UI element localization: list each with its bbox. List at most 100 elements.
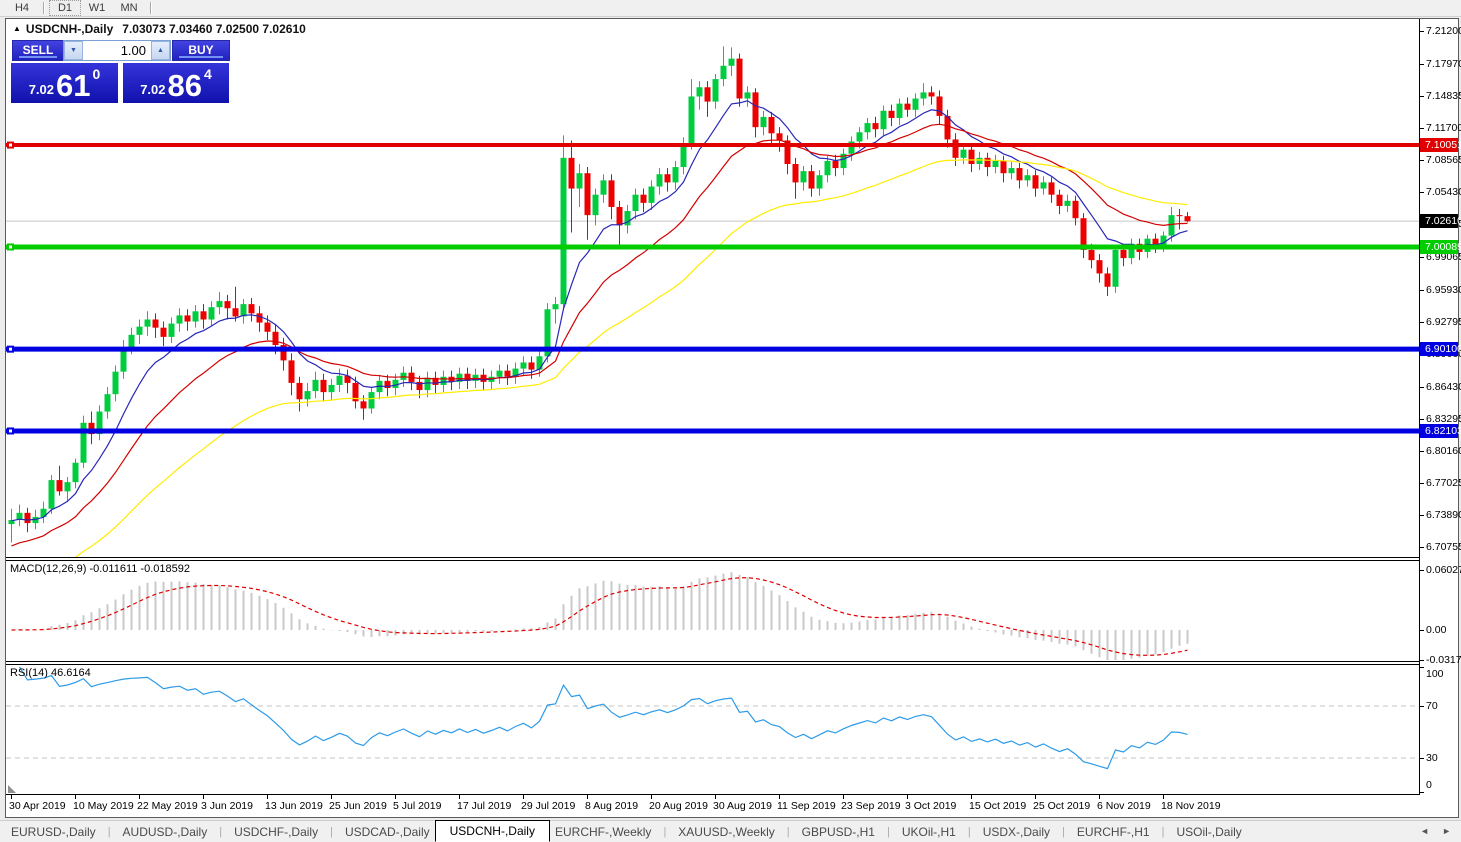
volume-spinner: ▼ ▲ <box>63 40 171 61</box>
price-axis-tick-label: 7.14835 <box>1426 90 1461 102</box>
tab-separator: | <box>967 825 971 838</box>
price-axis-tick-label: 7.11700 <box>1426 122 1461 134</box>
rsi-axis-tick <box>1420 758 1424 759</box>
date-axis-tick <box>75 795 76 799</box>
chart-tab-xauusd-weekly[interactable]: XAUUSD-,Weekly <box>673 822 779 842</box>
price-axis: 7.21200 7.17970 7.14835 7.11700 7.08565 7.054… <box>1419 19 1461 795</box>
chart-tab-gbpusd-h1[interactable]: GBPUSD-,H1 <box>797 822 880 842</box>
toolbar-separator <box>43 2 44 14</box>
buy-price-button[interactable]: 7.02 86 4 <box>123 63 229 103</box>
price-axis-tick-label: 7.05430 <box>1426 186 1461 198</box>
chart-window: ▲ USDCNH-,Daily 7.03073 7.03460 7.02500 7.… <box>5 18 1461 818</box>
price-axis-tick <box>1420 451 1424 452</box>
date-axis-tick <box>139 795 140 799</box>
date-axis-tick <box>459 795 460 799</box>
sell-price-big-digits: 61 <box>56 68 91 103</box>
chart-tab-usdcnh-daily[interactable]: USDCNH-,Daily <box>434 820 550 842</box>
date-axis-tick <box>715 795 716 799</box>
rsi-axis-tick <box>1420 667 1424 668</box>
macd-axis-tick <box>1420 660 1424 661</box>
macd-chart-canvas[interactable] <box>6 561 1419 661</box>
macd-axis-tick-label: 0.00 <box>1426 624 1447 636</box>
date-axis-label: 22 May 2019 <box>137 800 198 812</box>
sell-price-pip-digit: 0 <box>92 66 101 82</box>
price-axis-tick <box>1420 547 1424 548</box>
macd-axis-tick <box>1420 630 1424 631</box>
sell-button[interactable]: SELL <box>12 40 64 61</box>
macd-pane[interactable]: MACD(12,26,9) -0.011611 -0.018592 <box>6 560 1419 662</box>
chart-ohlc-label: 7.03073 7.03460 7.02500 7.02610 <box>122 22 306 36</box>
price-axis-tick <box>1420 483 1424 484</box>
price-axis-tick <box>1420 64 1424 65</box>
timeframe-h4-button[interactable]: H4 <box>6 0 38 16</box>
rsi-axis-tick <box>1420 706 1424 707</box>
price-axis-tick-label: 7.08565 <box>1426 154 1461 166</box>
price-axis-tick-label: 6.92795 <box>1426 316 1461 328</box>
timeframe-w1-button[interactable]: W1 <box>81 0 113 16</box>
volume-input[interactable] <box>83 41 151 60</box>
price-tag: 6.90100 <box>1420 342 1461 356</box>
date-axis-tick <box>331 795 332 799</box>
chart-symbol-label: USDCNH-,Daily <box>25 22 114 36</box>
sell-price-button[interactable]: 7.02 61 0 <box>11 63 118 103</box>
date-axis-label: 30 Apr 2019 <box>9 800 66 812</box>
timeframe-d1-button[interactable]: D1 <box>49 0 81 16</box>
price-tag: 7.02610 <box>1420 214 1461 228</box>
tab-separator: | <box>107 825 111 838</box>
chart-tab-eurchf-h1[interactable]: EURCHF-,H1 <box>1072 822 1155 842</box>
chart-tab-usdx-daily[interactable]: USDX-,Daily <box>978 822 1055 842</box>
chart-tab-usdcad-daily[interactable]: USDCAD-,Daily <box>340 822 435 842</box>
chart-tab-usdchf-daily[interactable]: USDCHF-,Daily <box>229 822 323 842</box>
price-axis-tick <box>1420 419 1424 420</box>
price-axis-tick <box>1420 515 1424 516</box>
date-axis-tick <box>1099 795 1100 799</box>
one-click-trading-panel: SELL ▼ ▲ BUY 7.02 61 0 7.02 86 4 <box>11 40 230 103</box>
date-axis-tick <box>267 795 268 799</box>
rsi-axis-tick-label: 30 <box>1426 752 1438 764</box>
rsi-axis-tick-label: 0 <box>1426 779 1432 791</box>
date-axis-label: 15 Oct 2019 <box>969 800 1027 812</box>
chart-tab-eurchf-weekly[interactable]: EURCHF-,Weekly <box>550 822 656 842</box>
price-axis-tick-label: 6.70755 <box>1426 541 1461 553</box>
date-axis-tick <box>523 795 524 799</box>
chart-tab-audusd-daily[interactable]: AUDUSD-,Daily <box>118 822 213 842</box>
timeframe-mn-button[interactable]: MN <box>113 0 145 16</box>
price-axis-tick <box>1420 128 1424 129</box>
date-axis-tick <box>1035 795 1036 799</box>
price-axis-tick <box>1420 96 1424 97</box>
date-axis-label: 10 May 2019 <box>73 800 134 812</box>
tab-scroll-left-icon[interactable]: ◄ <box>1420 826 1429 836</box>
rsi-axis-tick-label: 70 <box>1426 700 1438 712</box>
metatrader-window: H4 D1 W1 MN ▲ USDCNH-,Daily 7.03073 7.0346… <box>0 0 1461 842</box>
chart-tab-eurusd-daily[interactable]: EURUSD-,Daily <box>6 822 101 842</box>
tab-scroll-right-icon[interactable]: ► <box>1442 826 1451 836</box>
chart-tab-bar: EURUSD-,Daily | AUDUSD-,Daily | USDCHF-,Dail… <box>0 820 1461 842</box>
date-axis-label: 6 Nov 2019 <box>1097 800 1151 812</box>
rsi-chart-canvas[interactable] <box>6 665 1419 794</box>
tab-separator: | <box>786 825 790 838</box>
rsi-pane[interactable]: RSI(14) 46.6164 <box>6 664 1419 795</box>
price-pane[interactable]: ▲ USDCNH-,Daily 7.03073 7.03460 7.02500 7.… <box>6 19 1419 558</box>
date-axis-tick <box>1163 795 1164 799</box>
collapse-chart-icon[interactable]: ▲ <box>13 24 21 33</box>
volume-increase-button[interactable]: ▲ <box>151 41 170 60</box>
date-axis-tick <box>779 795 780 799</box>
date-axis-label: 8 Aug 2019 <box>585 800 639 812</box>
price-tag: 7.00089 <box>1420 240 1461 254</box>
chart-scroll-triangle-icon[interactable] <box>8 785 16 793</box>
chart-tab-usoil-daily[interactable]: USOil-,Daily <box>1171 822 1246 842</box>
tab-separator: | <box>1161 825 1165 838</box>
chart-tab-ukoil-h1[interactable]: UKOil-,H1 <box>897 822 961 842</box>
macd-label: MACD(12,26,9) -0.011611 -0.018592 <box>10 563 190 575</box>
price-tag: 6.82103 <box>1420 424 1461 438</box>
date-axis-label: 5 Jul 2019 <box>393 800 442 812</box>
date-axis-label: 25 Jun 2019 <box>329 800 387 812</box>
price-axis-tick-label: 6.95930 <box>1426 284 1461 296</box>
price-axis-tick <box>1420 257 1424 258</box>
chart-title: ▲ USDCNH-,Daily 7.03073 7.03460 7.02500 7.… <box>13 22 306 36</box>
date-axis-label: 11 Sep 2019 <box>777 800 836 812</box>
buy-button[interactable]: BUY <box>172 40 230 61</box>
volume-decrease-button[interactable]: ▼ <box>64 41 83 60</box>
date-axis-tick <box>395 795 396 799</box>
date-axis-label: 3 Oct 2019 <box>905 800 957 812</box>
